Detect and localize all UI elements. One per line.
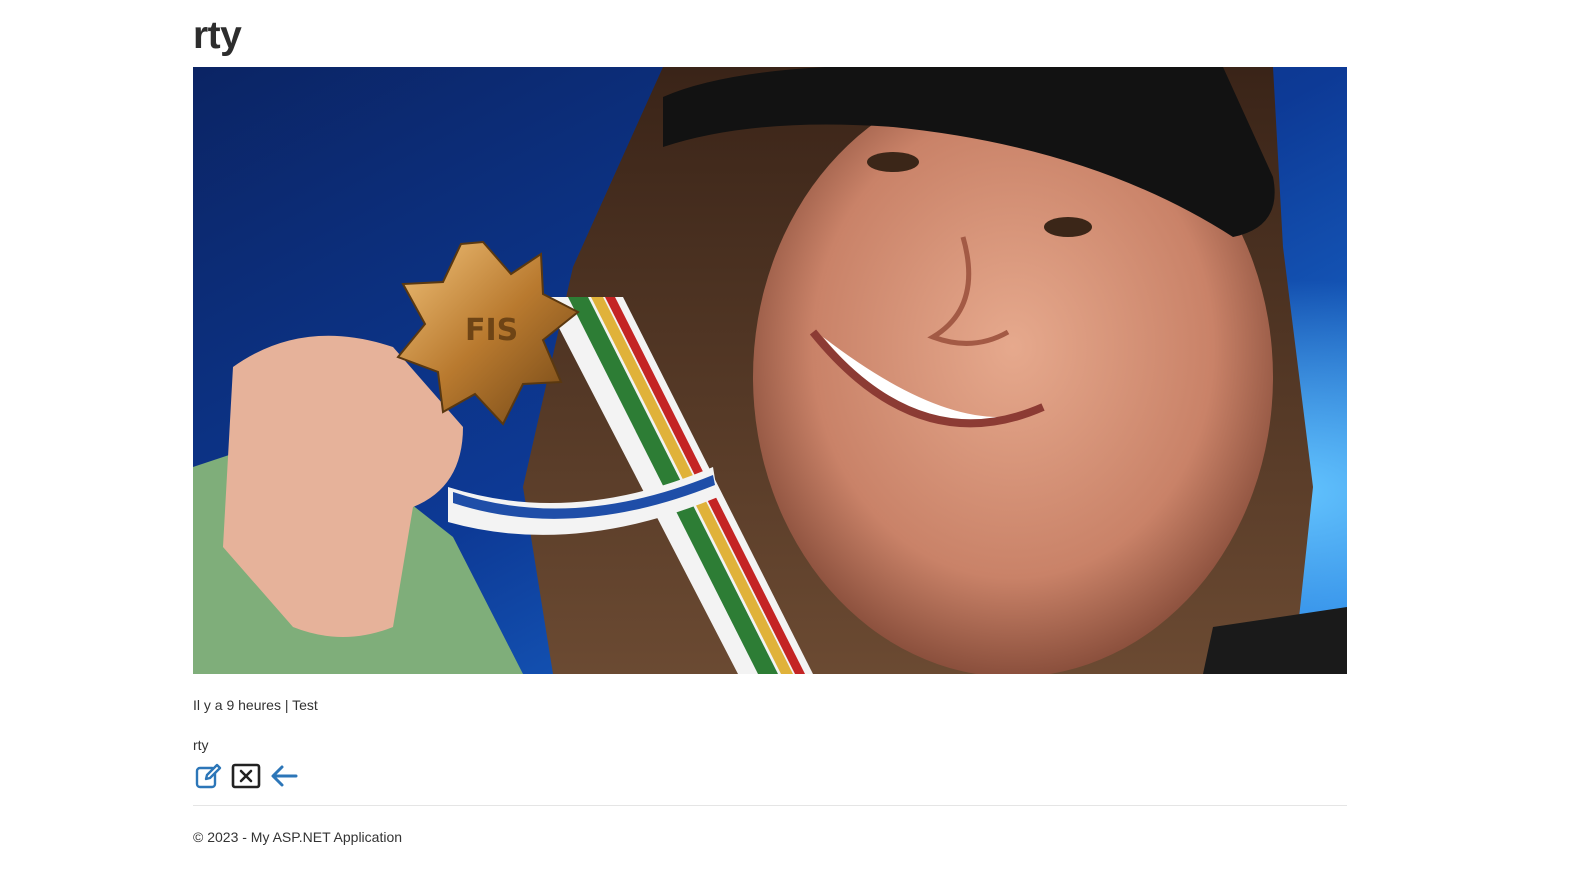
footer-divider	[193, 805, 1347, 806]
footer-copyright: © 2023 - My ASP.NET Application	[193, 829, 403, 845]
edit-icon	[195, 763, 222, 789]
article-body: rty	[193, 737, 209, 753]
article-meta: Il y a 9 heures | Test	[193, 697, 318, 713]
delete-button[interactable]	[231, 761, 261, 791]
back-button[interactable]	[269, 761, 299, 791]
edit-button[interactable]	[193, 761, 223, 791]
article-image: FIS	[193, 67, 1347, 674]
svg-text:FIS: FIS	[465, 313, 518, 348]
article-title: rty	[193, 14, 242, 57]
article-actions	[193, 761, 299, 791]
arrow-left-icon	[271, 765, 298, 787]
delete-box-icon	[231, 763, 261, 789]
